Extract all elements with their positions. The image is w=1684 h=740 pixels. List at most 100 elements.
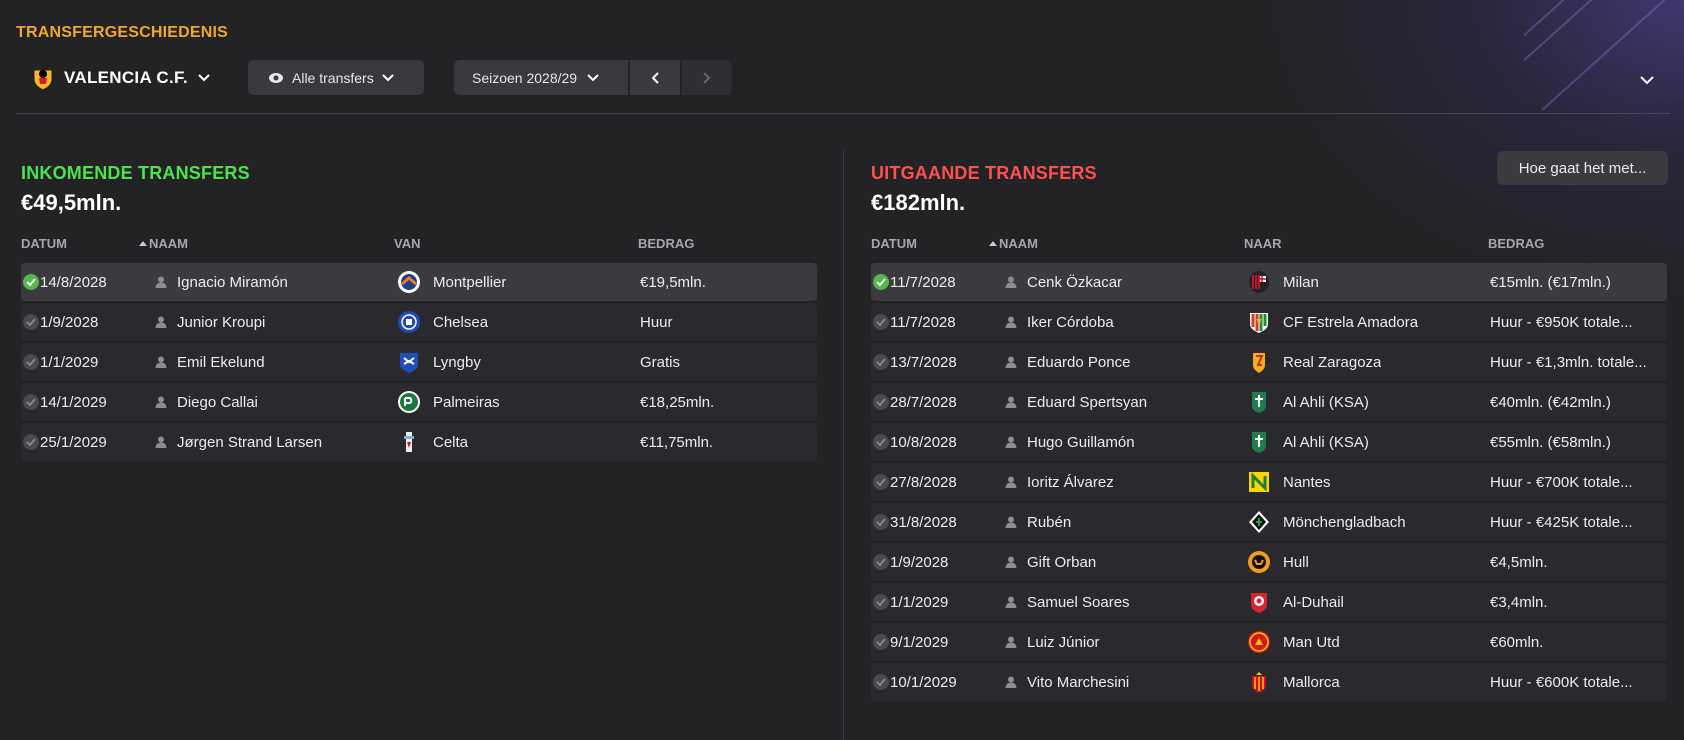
club-name[interactable]: Al-Duhail	[1283, 583, 1344, 621]
man-utd-crest-icon	[1247, 623, 1271, 661]
player-name[interactable]: Gift Orban	[1027, 543, 1096, 581]
club-name[interactable]: Hull	[1283, 543, 1309, 581]
player-name[interactable]: Ioritz Álvarez	[1027, 463, 1114, 501]
table-row[interactable]: 1/9/2028 Gift Orban Hull €4,5mln.	[871, 543, 1667, 581]
club-name[interactable]: Lyngby	[433, 343, 481, 381]
nantes-crest-icon	[1247, 463, 1271, 501]
column-header-amount[interactable]: BEDRAG	[638, 236, 694, 251]
player-name[interactable]: Eduard Spertsyan	[1027, 383, 1147, 421]
player-icon	[1004, 423, 1018, 461]
transfer-amount: €40mln. (€42mln.)	[1490, 393, 1611, 411]
incoming-table: 14/8/2028 Ignacio Miramón Montpellier €19,5…	[21, 263, 817, 463]
club-name[interactable]: CF Estrela Amadora	[1283, 303, 1418, 341]
panel-divider	[843, 150, 844, 740]
how-is-it-going-button[interactable]: Hoe gaat het met...	[1497, 151, 1668, 185]
player-name[interactable]: Rubén	[1027, 503, 1071, 541]
club-name[interactable]: Montpellier	[433, 263, 506, 301]
check-icon	[873, 394, 889, 410]
check-icon	[873, 674, 889, 690]
club-selector[interactable]: VALENCIA C.F.	[32, 62, 210, 94]
player-name[interactable]: Emil Ekelund	[177, 343, 265, 381]
player-name[interactable]: Junior Kroupi	[177, 303, 265, 341]
chevron-right-icon	[703, 71, 711, 84]
sort-ascending-icon	[139, 241, 147, 246]
chelsea-crest-icon	[397, 303, 421, 341]
transfer-date: 9/1/2029	[890, 633, 949, 651]
table-row[interactable]: 25/1/2029 Jørgen Strand Larsen Celta €11,75…	[21, 423, 817, 461]
incoming-total: €49,5mln.	[21, 190, 122, 215]
table-row[interactable]: 13/7/2028 Eduardo Ponce Real Zaragoza Huur …	[871, 343, 1667, 381]
player-name[interactable]: Ignacio Miramón	[177, 263, 288, 301]
season-dropdown[interactable]: Seizoen 2028/29	[454, 60, 628, 95]
club-name[interactable]: Man Utd	[1283, 623, 1340, 661]
transfer-date: 14/1/2029	[40, 393, 107, 411]
column-header-from[interactable]: VAN	[394, 236, 420, 251]
player-icon	[1004, 503, 1018, 541]
club-name[interactable]: Milan	[1283, 263, 1319, 301]
club-name[interactable]: Palmeiras	[433, 383, 500, 421]
column-header-name[interactable]: NAAM	[989, 236, 1038, 251]
table-row[interactable]: 1/1/2029 Samuel Soares Al-Duhail €3,4mln.	[871, 583, 1667, 621]
player-name[interactable]: Iker Córdoba	[1027, 303, 1114, 341]
column-header-to[interactable]: NAAR	[1244, 236, 1282, 251]
check-icon	[23, 274, 39, 290]
club-name[interactable]: Mallorca	[1283, 663, 1340, 701]
column-header-amount[interactable]: BEDRAG	[1488, 236, 1544, 251]
transfer-amount: €4,5mln.	[1490, 553, 1548, 571]
filter-label: Alle transfers	[292, 69, 374, 86]
check-icon	[873, 634, 889, 650]
club-name[interactable]: Mönchengladbach	[1283, 503, 1406, 541]
player-name[interactable]: Luiz Júnior	[1027, 623, 1100, 661]
column-header-date[interactable]: DATUM	[21, 236, 67, 251]
player-name[interactable]: Samuel Soares	[1027, 583, 1130, 621]
check-icon	[873, 434, 889, 450]
row-status-cell	[873, 583, 889, 621]
previous-season-button[interactable]	[630, 60, 680, 95]
milan-crest-icon	[1247, 263, 1271, 301]
player-name[interactable]: Eduardo Ponce	[1027, 343, 1130, 381]
table-row[interactable]: 10/8/2028 Hugo Guillamón Al Ahli (KSA) €55m…	[871, 423, 1667, 461]
table-row[interactable]: 11/7/2028 Iker Córdoba CF Estrela Amadora H…	[871, 303, 1667, 341]
table-row[interactable]: 31/8/2028 Rubén Mönchengladbach Huur - €425…	[871, 503, 1667, 541]
player-name[interactable]: Diego Callai	[177, 383, 258, 421]
row-status-cell	[873, 503, 889, 541]
row-status-cell	[873, 463, 889, 501]
header-divider	[16, 113, 1670, 114]
player-icon	[1004, 663, 1018, 701]
player-name[interactable]: Vito Marchesini	[1027, 663, 1129, 701]
table-row[interactable]: 1/1/2029 Emil Ekelund Lyngby Gratis	[21, 343, 817, 381]
monchengladbach-crest-icon	[1247, 503, 1271, 541]
table-row[interactable]: 28/7/2028 Eduard Spertsyan Al Ahli (KSA) €4…	[871, 383, 1667, 421]
column-header-date[interactable]: DATUM	[871, 236, 917, 251]
club-name[interactable]: Al Ahli (KSA)	[1283, 383, 1369, 421]
transfer-date: 13/7/2028	[890, 353, 957, 371]
player-icon	[154, 263, 168, 301]
check-icon	[23, 314, 39, 330]
table-row[interactable]: 27/8/2028 Ioritz Álvarez Nantes Huur - €700…	[871, 463, 1667, 501]
player-name[interactable]: Jørgen Strand Larsen	[177, 423, 322, 461]
player-name[interactable]: Hugo Guillamón	[1027, 423, 1135, 461]
next-season-button[interactable]	[682, 60, 732, 95]
player-name[interactable]: Cenk Özkacar	[1027, 263, 1122, 301]
table-row[interactable]: 1/9/2028 Junior Kroupi Chelsea Huur	[21, 303, 817, 341]
club-name[interactable]: Real Zaragoza	[1283, 343, 1381, 381]
transfer-filter-dropdown[interactable]: Alle transfers	[248, 60, 424, 95]
column-header-name[interactable]: NAAM	[139, 236, 188, 251]
expand-header-button[interactable]	[1640, 72, 1654, 90]
outgoing-table-header: DATUM NAAM NAAR BEDRAG	[871, 236, 1667, 252]
transfer-date: 10/1/2029	[890, 673, 957, 691]
table-row[interactable]: 11/7/2028 Cenk Özkacar Milan €15mln. (€17ml…	[871, 263, 1667, 301]
table-row[interactable]: 14/8/2028 Ignacio Miramón Montpellier €19,5…	[21, 263, 817, 301]
table-row[interactable]: 14/1/2029 Diego Callai Palmeiras €18,25mln.	[21, 383, 817, 421]
club-name[interactable]: Celta	[433, 423, 468, 461]
transfer-date: 11/7/2028	[890, 313, 956, 331]
chevron-down-icon	[198, 74, 210, 82]
table-row[interactable]: 9/1/2029 Luiz Júnior Man Utd €60mln.	[871, 623, 1667, 661]
club-name[interactable]: Nantes	[1283, 463, 1331, 501]
row-status-cell	[23, 423, 39, 461]
mallorca-crest-icon	[1247, 663, 1271, 701]
club-name[interactable]: Chelsea	[433, 303, 488, 341]
club-name[interactable]: Al Ahli (KSA)	[1283, 423, 1369, 461]
lyngby-crest-icon	[397, 343, 421, 381]
table-row[interactable]: 10/1/2029 Vito Marchesini Mallorca Huur - €…	[871, 663, 1667, 701]
